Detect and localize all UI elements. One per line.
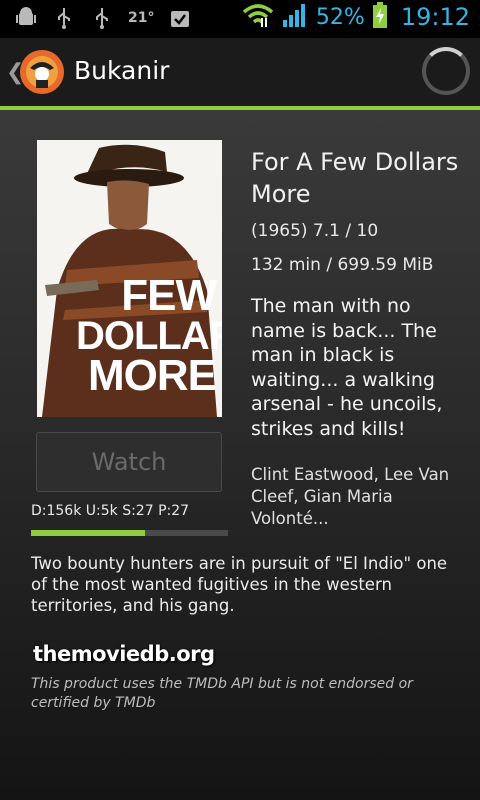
download-progress-fill (31, 530, 146, 536)
wifi-icon (242, 2, 274, 32)
movie-title: For A Few Dollars More (251, 148, 459, 208)
poster-line-3: MORE (88, 351, 217, 401)
tmdb-logo: themoviedb.org (33, 642, 215, 666)
poster-line-1: FEW (121, 271, 217, 321)
temperature-text: 21° (128, 10, 155, 26)
cast-list: Clint Eastwood, Lee Van Cleef, Gian Mari… (251, 465, 450, 528)
runtime-size: 132 min / 699.59 MiB (251, 255, 434, 275)
battery-charging-icon (372, 2, 387, 32)
status-bar: 21° 52% 19:12 (0, 0, 480, 38)
year-rating: (1965) 7.1 / 10 (251, 221, 379, 241)
app-title: Bukanir (74, 56, 170, 85)
movie-poster: FEW DOLLARS MORE (37, 140, 222, 417)
android-debug-icon (14, 6, 38, 30)
watch-button[interactable]: Watch (36, 432, 222, 492)
tmdb-disclaimer: This product uses the TMDb API but is no… (31, 676, 413, 711)
clock: 19:12 (400, 3, 470, 31)
clipboard-check-icon (168, 6, 192, 30)
movie-detail: FEW DOLLARS MORE For A Few Dollars More … (0, 110, 480, 800)
poster-title: FEW DOLLARS MORE (76, 271, 222, 401)
action-bar: ❮ Bukanir (0, 38, 480, 106)
loading-spinner (422, 47, 470, 95)
usb-icon (90, 6, 114, 30)
usb-icon (52, 6, 76, 30)
movie-overview: Two bounty hunters are in pursuit of "El… (31, 554, 448, 615)
download-progress-bar (31, 530, 228, 536)
poster-line-2: DOLLARS (76, 314, 222, 359)
app-logo-icon[interactable] (20, 50, 64, 94)
signal-icon (282, 2, 308, 32)
torrent-peers-status: D:156k U:5k S:27 P:27 (31, 503, 190, 519)
battery-percent: 52% (315, 4, 365, 30)
tagline: The man with no name is back... The man … (251, 295, 443, 440)
